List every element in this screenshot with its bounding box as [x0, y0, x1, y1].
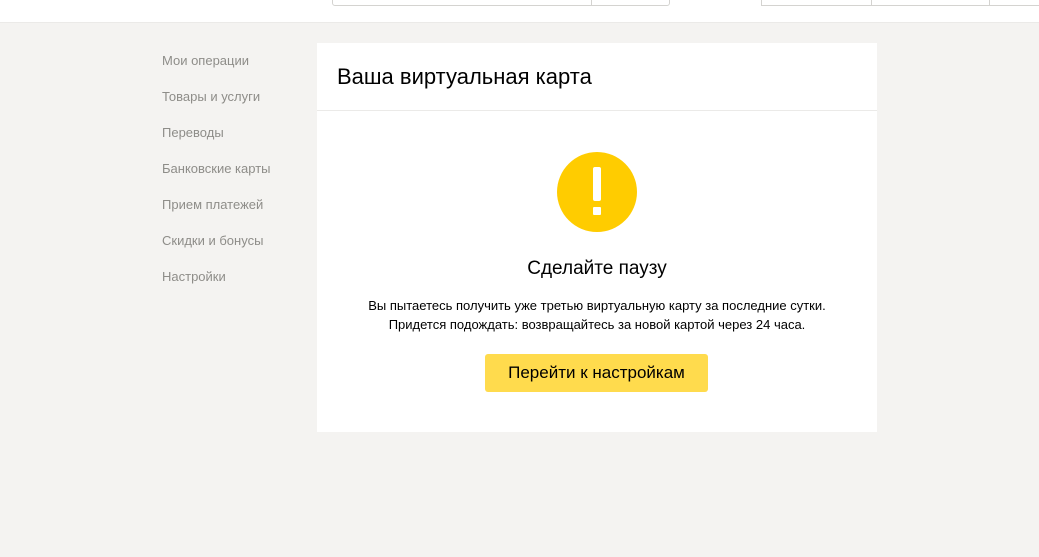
sidebar-item-bank-cards[interactable]: Банковские карты — [162, 160, 302, 196]
sidebar-item-discounts[interactable]: Скидки и бонусы — [162, 232, 302, 268]
sidebar-item-payments[interactable]: Прием платежей — [162, 196, 302, 232]
search-box[interactable] — [332, 0, 670, 6]
header-controls[interactable] — [761, 0, 1039, 6]
message-line: Вы пытаетесь получить уже третью виртуал… — [368, 298, 826, 313]
page-title: Ваша виртуальная карта — [337, 64, 592, 89]
message-line: Придется подождать: возвращайтесь за нов… — [388, 317, 806, 332]
go-to-settings-button[interactable]: Перейти к настройкам — [485, 354, 708, 392]
sidebar-item-operations[interactable]: Мои операции — [162, 52, 302, 88]
sidebar-nav: Мои операции Товары и услуги Переводы Ба… — [162, 52, 302, 304]
search-box-divider — [591, 0, 592, 5]
message-title: Сделайте паузу — [527, 258, 667, 279]
sidebar-item-transfers[interactable]: Переводы — [162, 124, 302, 160]
message-text: Вы пытаетесь получить уже третью виртуал… — [317, 296, 877, 334]
top-header — [0, 0, 1039, 23]
panel-header: Ваша виртуальная карта — [317, 43, 877, 111]
virtual-card-panel: Ваша виртуальная карта Сделайте паузу Вы… — [317, 43, 877, 432]
header-controls-divider — [871, 0, 872, 5]
header-controls-divider — [989, 0, 990, 5]
sidebar-item-settings[interactable]: Настройки — [162, 268, 302, 304]
exclamation-icon — [557, 152, 637, 232]
sidebar-item-goods-services[interactable]: Товары и услуги — [162, 88, 302, 124]
